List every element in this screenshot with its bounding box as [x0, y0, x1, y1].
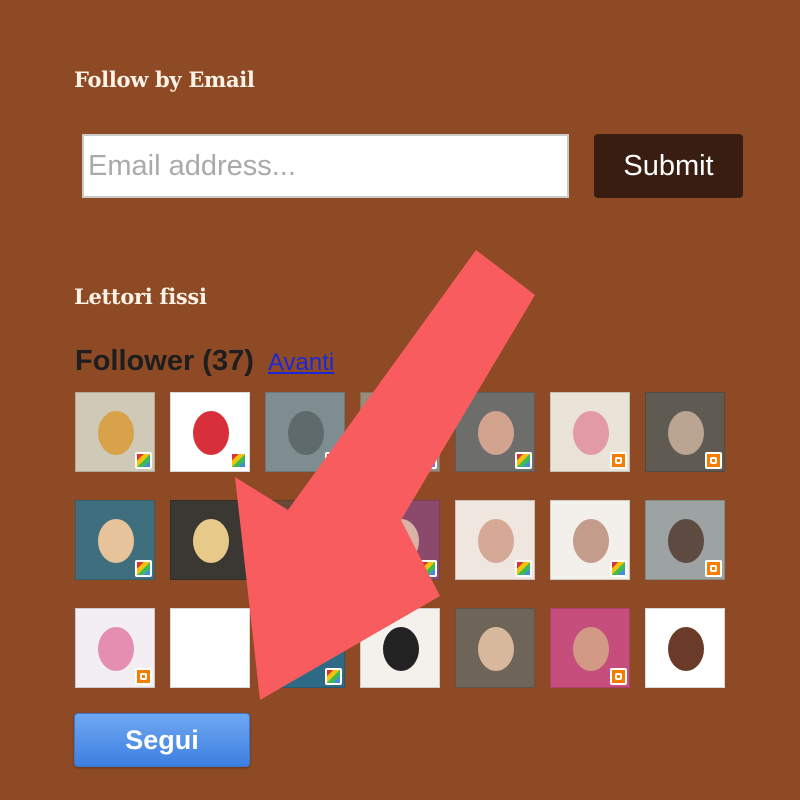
email-input[interactable] — [82, 134, 569, 198]
follower-avatar[interactable] — [265, 608, 345, 688]
follower-avatar[interactable] — [645, 500, 725, 580]
follower-avatar[interactable] — [645, 392, 725, 472]
follower-avatar[interactable] — [265, 500, 345, 580]
avatar-image — [98, 519, 134, 563]
avatar-image — [288, 627, 324, 671]
follower-avatar[interactable] — [550, 392, 630, 472]
avatar-image — [478, 519, 514, 563]
followers-heading: Follower (37) Avanti — [75, 345, 334, 378]
avatar-image — [193, 519, 229, 563]
avatar-image — [478, 627, 514, 671]
follower-avatar[interactable] — [550, 608, 630, 688]
follower-avatar[interactable] — [455, 392, 535, 472]
follower-avatar[interactable] — [170, 500, 250, 580]
followers-widget-title: Lettori fissi — [74, 284, 207, 309]
follower-avatar[interactable] — [265, 392, 345, 472]
google-icon — [325, 452, 342, 469]
followers-count: (37) — [202, 345, 254, 377]
avatar-image — [383, 627, 419, 671]
avatar-image — [193, 627, 229, 671]
google-icon — [135, 452, 152, 469]
blogger-icon — [135, 668, 152, 685]
google-icon — [135, 560, 152, 577]
follower-avatar[interactable] — [360, 500, 440, 580]
follower-avatar[interactable] — [170, 608, 250, 688]
google-icon — [420, 452, 437, 469]
follower-avatar[interactable] — [170, 392, 250, 472]
follower-avatar[interactable] — [75, 500, 155, 580]
follower-avatar[interactable] — [455, 608, 535, 688]
next-link[interactable]: Avanti — [268, 349, 334, 376]
follow-by-email-title: Follow by Email — [74, 67, 255, 92]
blogger-icon — [610, 452, 627, 469]
avatar-image — [193, 411, 229, 455]
followers-label: Follower — [75, 345, 195, 377]
avatar-image — [573, 519, 609, 563]
avatar-image — [478, 411, 514, 455]
avatar-image — [288, 411, 324, 455]
google-icon — [420, 560, 437, 577]
avatar-image — [383, 519, 419, 563]
avatar-image — [668, 519, 704, 563]
avatar-image — [573, 627, 609, 671]
avatar-image — [98, 411, 134, 455]
follower-avatar[interactable] — [360, 608, 440, 688]
follower-avatar[interactable] — [75, 608, 155, 688]
google-icon — [325, 668, 342, 685]
avatar-image — [573, 411, 609, 455]
avatar-image — [668, 627, 704, 671]
follow-button[interactable]: Segui — [74, 713, 250, 767]
google-icon — [515, 560, 532, 577]
avatar-image — [98, 627, 134, 671]
follower-avatar[interactable] — [550, 500, 630, 580]
follower-avatar[interactable] — [645, 608, 725, 688]
google-icon — [610, 560, 627, 577]
blogger-icon — [705, 560, 722, 577]
google-icon — [230, 452, 247, 469]
blogger-icon — [705, 452, 722, 469]
follower-avatar[interactable] — [360, 392, 440, 472]
follower-avatar[interactable] — [75, 392, 155, 472]
blogger-icon — [610, 668, 627, 685]
avatar-image — [383, 411, 419, 455]
avatar-image — [288, 519, 324, 563]
avatar-image — [668, 411, 704, 455]
google-icon — [515, 452, 532, 469]
submit-button[interactable]: Submit — [594, 134, 743, 198]
follower-avatar[interactable] — [455, 500, 535, 580]
